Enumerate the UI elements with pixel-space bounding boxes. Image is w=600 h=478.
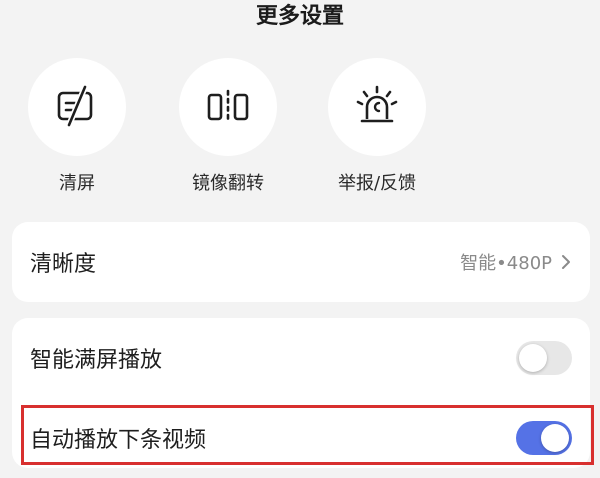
report-siren-icon: [356, 85, 398, 123]
chevron-right-icon: [562, 255, 570, 269]
mirror-flip-action[interactable]: 镜像翻转: [153, 58, 303, 195]
resolution-label: 清晰度: [30, 252, 97, 277]
report-feedback-label: 举报/反馈: [337, 173, 417, 194]
sheet-title: 更多设置: [255, 4, 344, 29]
clear-screen-label: 清屏: [59, 173, 95, 194]
clear-screen-button[interactable]: [28, 58, 126, 156]
clear-screen-action[interactable]: 清屏: [2, 58, 152, 195]
toggle-knob: [519, 344, 547, 372]
clear-screen-icon: [57, 84, 93, 128]
mirror-flip-button[interactable]: [179, 58, 277, 156]
smart-fullscreen-row: 智能满屏播放: [12, 318, 590, 398]
resolution-row[interactable]: 清晰度 智能•480P: [12, 222, 590, 302]
resolution-value: 智能•480P: [460, 253, 552, 274]
playback-settings-card: 智能满屏播放 自动播放下条视频: [12, 318, 590, 468]
report-feedback-action[interactable]: 举报/反馈: [302, 58, 452, 195]
autoplay-next-row: 自动播放下条视频: [12, 398, 590, 478]
smart-fullscreen-label: 智能满屏播放: [30, 348, 163, 373]
mirror-flip-icon: [207, 89, 249, 125]
resolution-card: 清晰度 智能•480P: [12, 222, 590, 302]
report-feedback-button[interactable]: [328, 58, 426, 156]
autoplay-next-toggle[interactable]: [516, 421, 572, 455]
smart-fullscreen-toggle[interactable]: [516, 341, 572, 375]
toggle-knob: [541, 424, 569, 452]
mirror-flip-label: 镜像翻转: [192, 173, 264, 194]
autoplay-next-label: 自动播放下条视频: [30, 428, 207, 453]
